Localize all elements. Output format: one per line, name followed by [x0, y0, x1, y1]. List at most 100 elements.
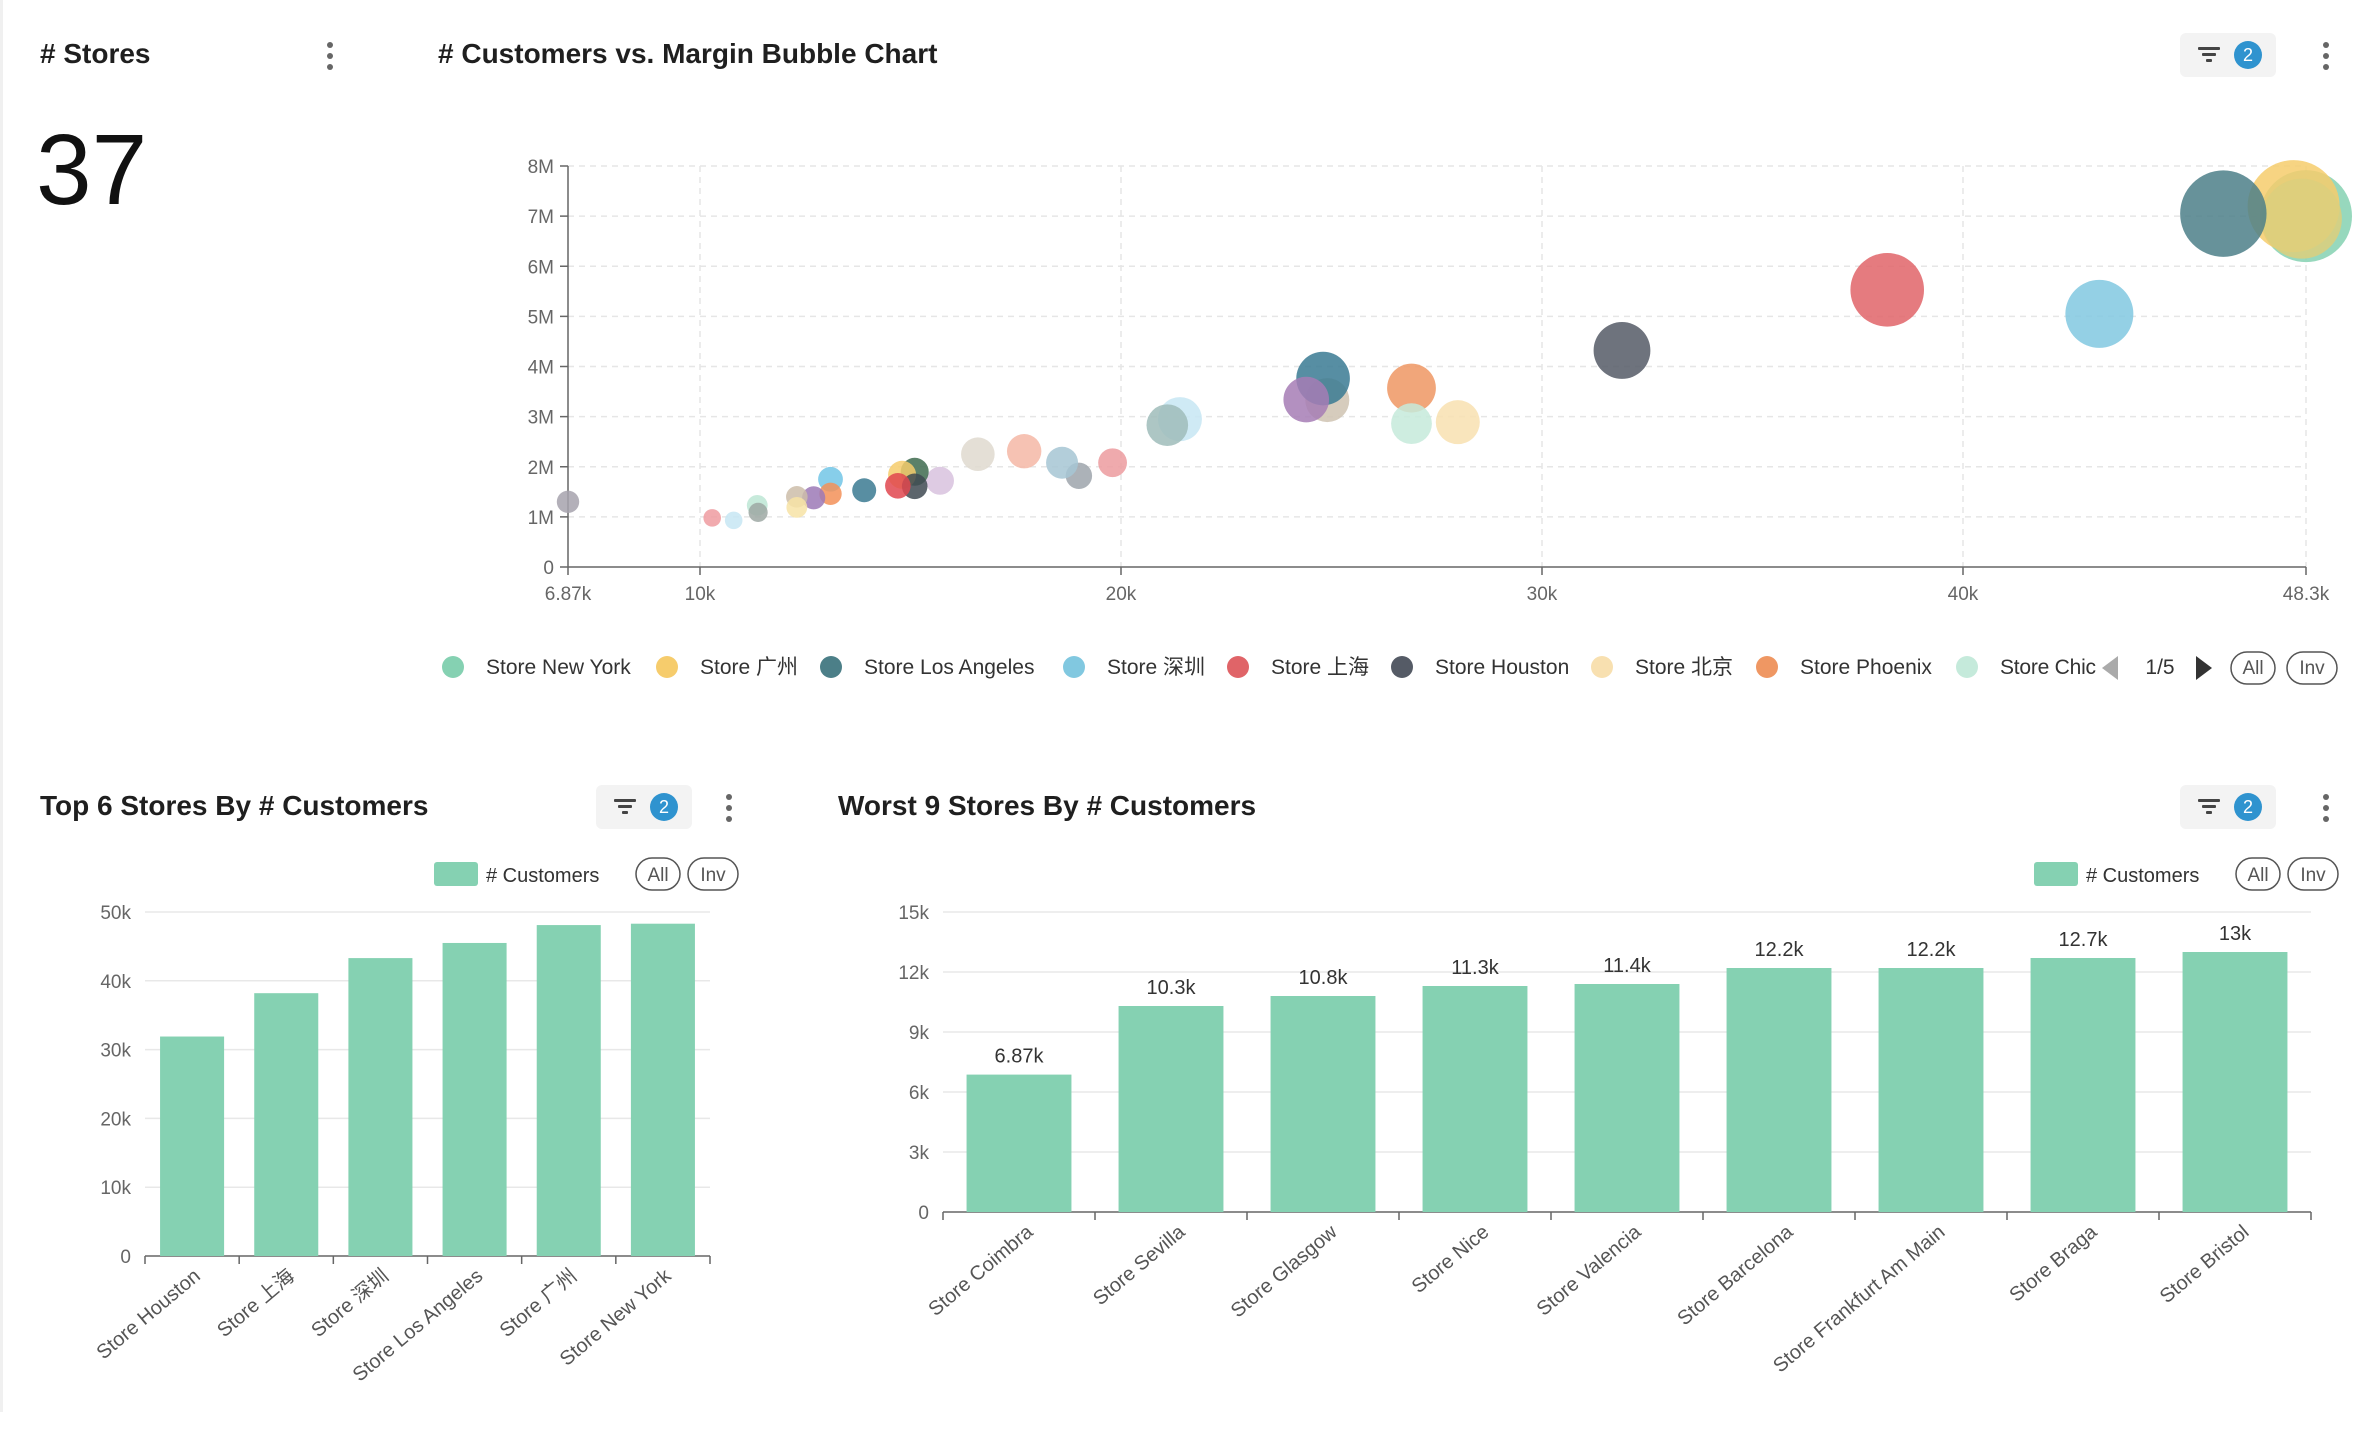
- top-stores-title: Top 6 Stores By # Customers: [40, 790, 429, 821]
- legend-label[interactable]: Store 深圳: [1107, 656, 1205, 679]
- bubble-chart: 0 1M 2M 3M 4M 5M 6M 7M 8M 6.87k 10k 20k 30k 40k 48.3k S…: [442, 157, 2352, 685]
- x-tick-label: 20k: [1106, 584, 1137, 605]
- bubble-point[interactable]: [1283, 376, 1330, 423]
- bar[interactable]: [254, 993, 319, 1256]
- x-tick-label: 40k: [1948, 584, 1979, 605]
- legend-all-label: All: [647, 865, 668, 886]
- legend-label[interactable]: Store Phoenix: [1800, 656, 1932, 679]
- legend-marker[interactable]: [1227, 656, 1249, 678]
- bar[interactable]: [442, 942, 507, 1256]
- bubble-point[interactable]: [748, 502, 768, 522]
- legend-marker[interactable]: [1391, 656, 1413, 678]
- legend-marker[interactable]: [2034, 862, 2078, 886]
- worst-stores-title: Worst 9 Stores By # Customers: [838, 790, 1257, 821]
- x-tick-label: 48.3k: [2283, 584, 2330, 605]
- y-tick-label: 9k: [909, 1023, 930, 1044]
- y-tick-label: 40k: [100, 972, 131, 993]
- bubble-point[interactable]: [1391, 403, 1432, 445]
- filter-count-badge: 2: [2234, 793, 2262, 821]
- data-label: 10.8k: [1299, 967, 1349, 989]
- top-card-menu-icon[interactable]: [719, 790, 739, 826]
- y-tick-label: 50k: [100, 903, 131, 924]
- bar[interactable]: [1878, 968, 1984, 1212]
- bubble-point[interactable]: [703, 509, 722, 527]
- bar[interactable]: [1118, 1006, 1224, 1212]
- legend-label[interactable]: Store Chic: [2000, 656, 2096, 679]
- x-tick-label: Store Sevilla: [1089, 1220, 1190, 1310]
- legend-label[interactable]: Store New York: [486, 656, 631, 679]
- bar[interactable]: [1270, 996, 1376, 1212]
- bubble-point[interactable]: [556, 490, 580, 514]
- legend-label[interactable]: Store 上海: [1271, 656, 1369, 679]
- legend-marker[interactable]: [1956, 656, 1978, 678]
- bubble-point[interactable]: [852, 478, 877, 503]
- legend-marker[interactable]: [442, 656, 464, 678]
- bar[interactable]: [536, 925, 601, 1256]
- y-tick-label: 8M: [528, 157, 554, 178]
- bubble-point[interactable]: [1098, 448, 1127, 478]
- y-tick-label: 5M: [528, 307, 554, 328]
- legend-inv-label: Inv: [2299, 658, 2325, 679]
- x-tick-label: 30k: [1527, 584, 1558, 605]
- bubble-point[interactable]: [925, 466, 954, 495]
- x-tick-label: Store 上海: [213, 1264, 299, 1342]
- filter-count-badge: 2: [650, 793, 678, 821]
- bubble-point[interactable]: [1850, 253, 1925, 327]
- bubble-point[interactable]: [1046, 446, 1079, 479]
- legend-marker[interactable]: [1591, 656, 1613, 678]
- bubble-point[interactable]: [961, 437, 995, 472]
- legend-label[interactable]: Store 广州: [700, 656, 798, 679]
- legend-marker[interactable]: [434, 862, 478, 886]
- legend-marker[interactable]: [1063, 656, 1085, 678]
- bar[interactable]: [348, 958, 413, 1256]
- bar[interactable]: [1574, 984, 1680, 1212]
- bar[interactable]: [2182, 952, 2288, 1212]
- bar[interactable]: [630, 923, 695, 1256]
- legend-label[interactable]: Store Los Angeles: [864, 656, 1034, 679]
- legend-label[interactable]: # Customers: [486, 865, 599, 887]
- worst-card-menu-icon[interactable]: [2316, 790, 2336, 826]
- top-filter-button[interactable]: 2: [596, 785, 692, 829]
- y-tick-label: 12k: [898, 963, 929, 984]
- y-tick-label: 0: [120, 1247, 131, 1268]
- arrow-left-icon[interactable]: [2102, 656, 2118, 680]
- x-tick-label: Store Bristol: [2156, 1221, 2254, 1308]
- legend-label[interactable]: # Customers: [2086, 865, 2199, 887]
- bubble-point[interactable]: [1006, 434, 1042, 469]
- x-tick-label: Store Barcelona: [1673, 1220, 1798, 1330]
- bubble-point[interactable]: [1146, 404, 1189, 446]
- legend-marker[interactable]: [820, 656, 842, 678]
- y-tick-label: 0: [918, 1203, 929, 1224]
- legend-all-label: All: [2247, 865, 2268, 886]
- top-stores-chart: # Customers All Inv 0 10k 20k 30k 40k 50k Store H…: [93, 857, 739, 1386]
- legend-marker[interactable]: [656, 656, 678, 678]
- bar[interactable]: [2030, 958, 2136, 1212]
- data-label: 12.7k: [2059, 929, 2109, 951]
- y-tick-label: 7M: [528, 207, 554, 228]
- bubble-point[interactable]: [2180, 170, 2267, 257]
- data-label: 6.87k: [995, 1046, 1045, 1068]
- bubble-point[interactable]: [724, 511, 743, 530]
- bubble-point[interactable]: [1593, 322, 1651, 379]
- legend-marker[interactable]: [1756, 656, 1778, 678]
- bubble-point[interactable]: [1435, 400, 1480, 445]
- bar[interactable]: [160, 1036, 225, 1256]
- filter-icon: [2198, 799, 2220, 815]
- y-tick-label: 6k: [909, 1083, 930, 1104]
- bar[interactable]: [1726, 968, 1832, 1212]
- bubble-point[interactable]: [2065, 279, 2134, 348]
- y-tick-label: 0: [543, 558, 554, 579]
- legend-label[interactable]: Store Houston: [1435, 656, 1569, 679]
- data-label: 11.3k: [1451, 957, 1499, 979]
- bubble-point[interactable]: [2261, 178, 2342, 259]
- bar[interactable]: [1422, 986, 1528, 1212]
- legend-label[interactable]: Store 北京: [1635, 656, 1733, 679]
- bubble-point[interactable]: [885, 472, 911, 499]
- worst-filter-button[interactable]: 2: [2180, 785, 2276, 829]
- bubble-point[interactable]: [786, 496, 808, 518]
- legend-inv-label: Inv: [700, 865, 726, 886]
- arrow-right-icon[interactable]: [2196, 656, 2212, 680]
- worst-stores-chart: # Customers All Inv 0 3k 6k 9k 12k 15k 6.87k Store…: [898, 857, 2339, 1377]
- bar[interactable]: [966, 1074, 1072, 1212]
- y-tick-label: 15k: [898, 903, 929, 924]
